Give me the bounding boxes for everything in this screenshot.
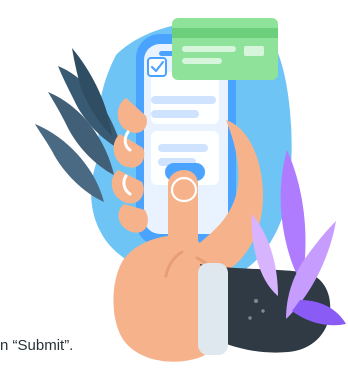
payment-illustration-svg: PAY <box>35 18 346 362</box>
payment-illustration: PAY <box>0 0 348 371</box>
credit-card-icon <box>172 18 278 80</box>
checkmark-icon <box>147 57 167 77</box>
caption-text: n “Submit”. <box>0 337 74 354</box>
